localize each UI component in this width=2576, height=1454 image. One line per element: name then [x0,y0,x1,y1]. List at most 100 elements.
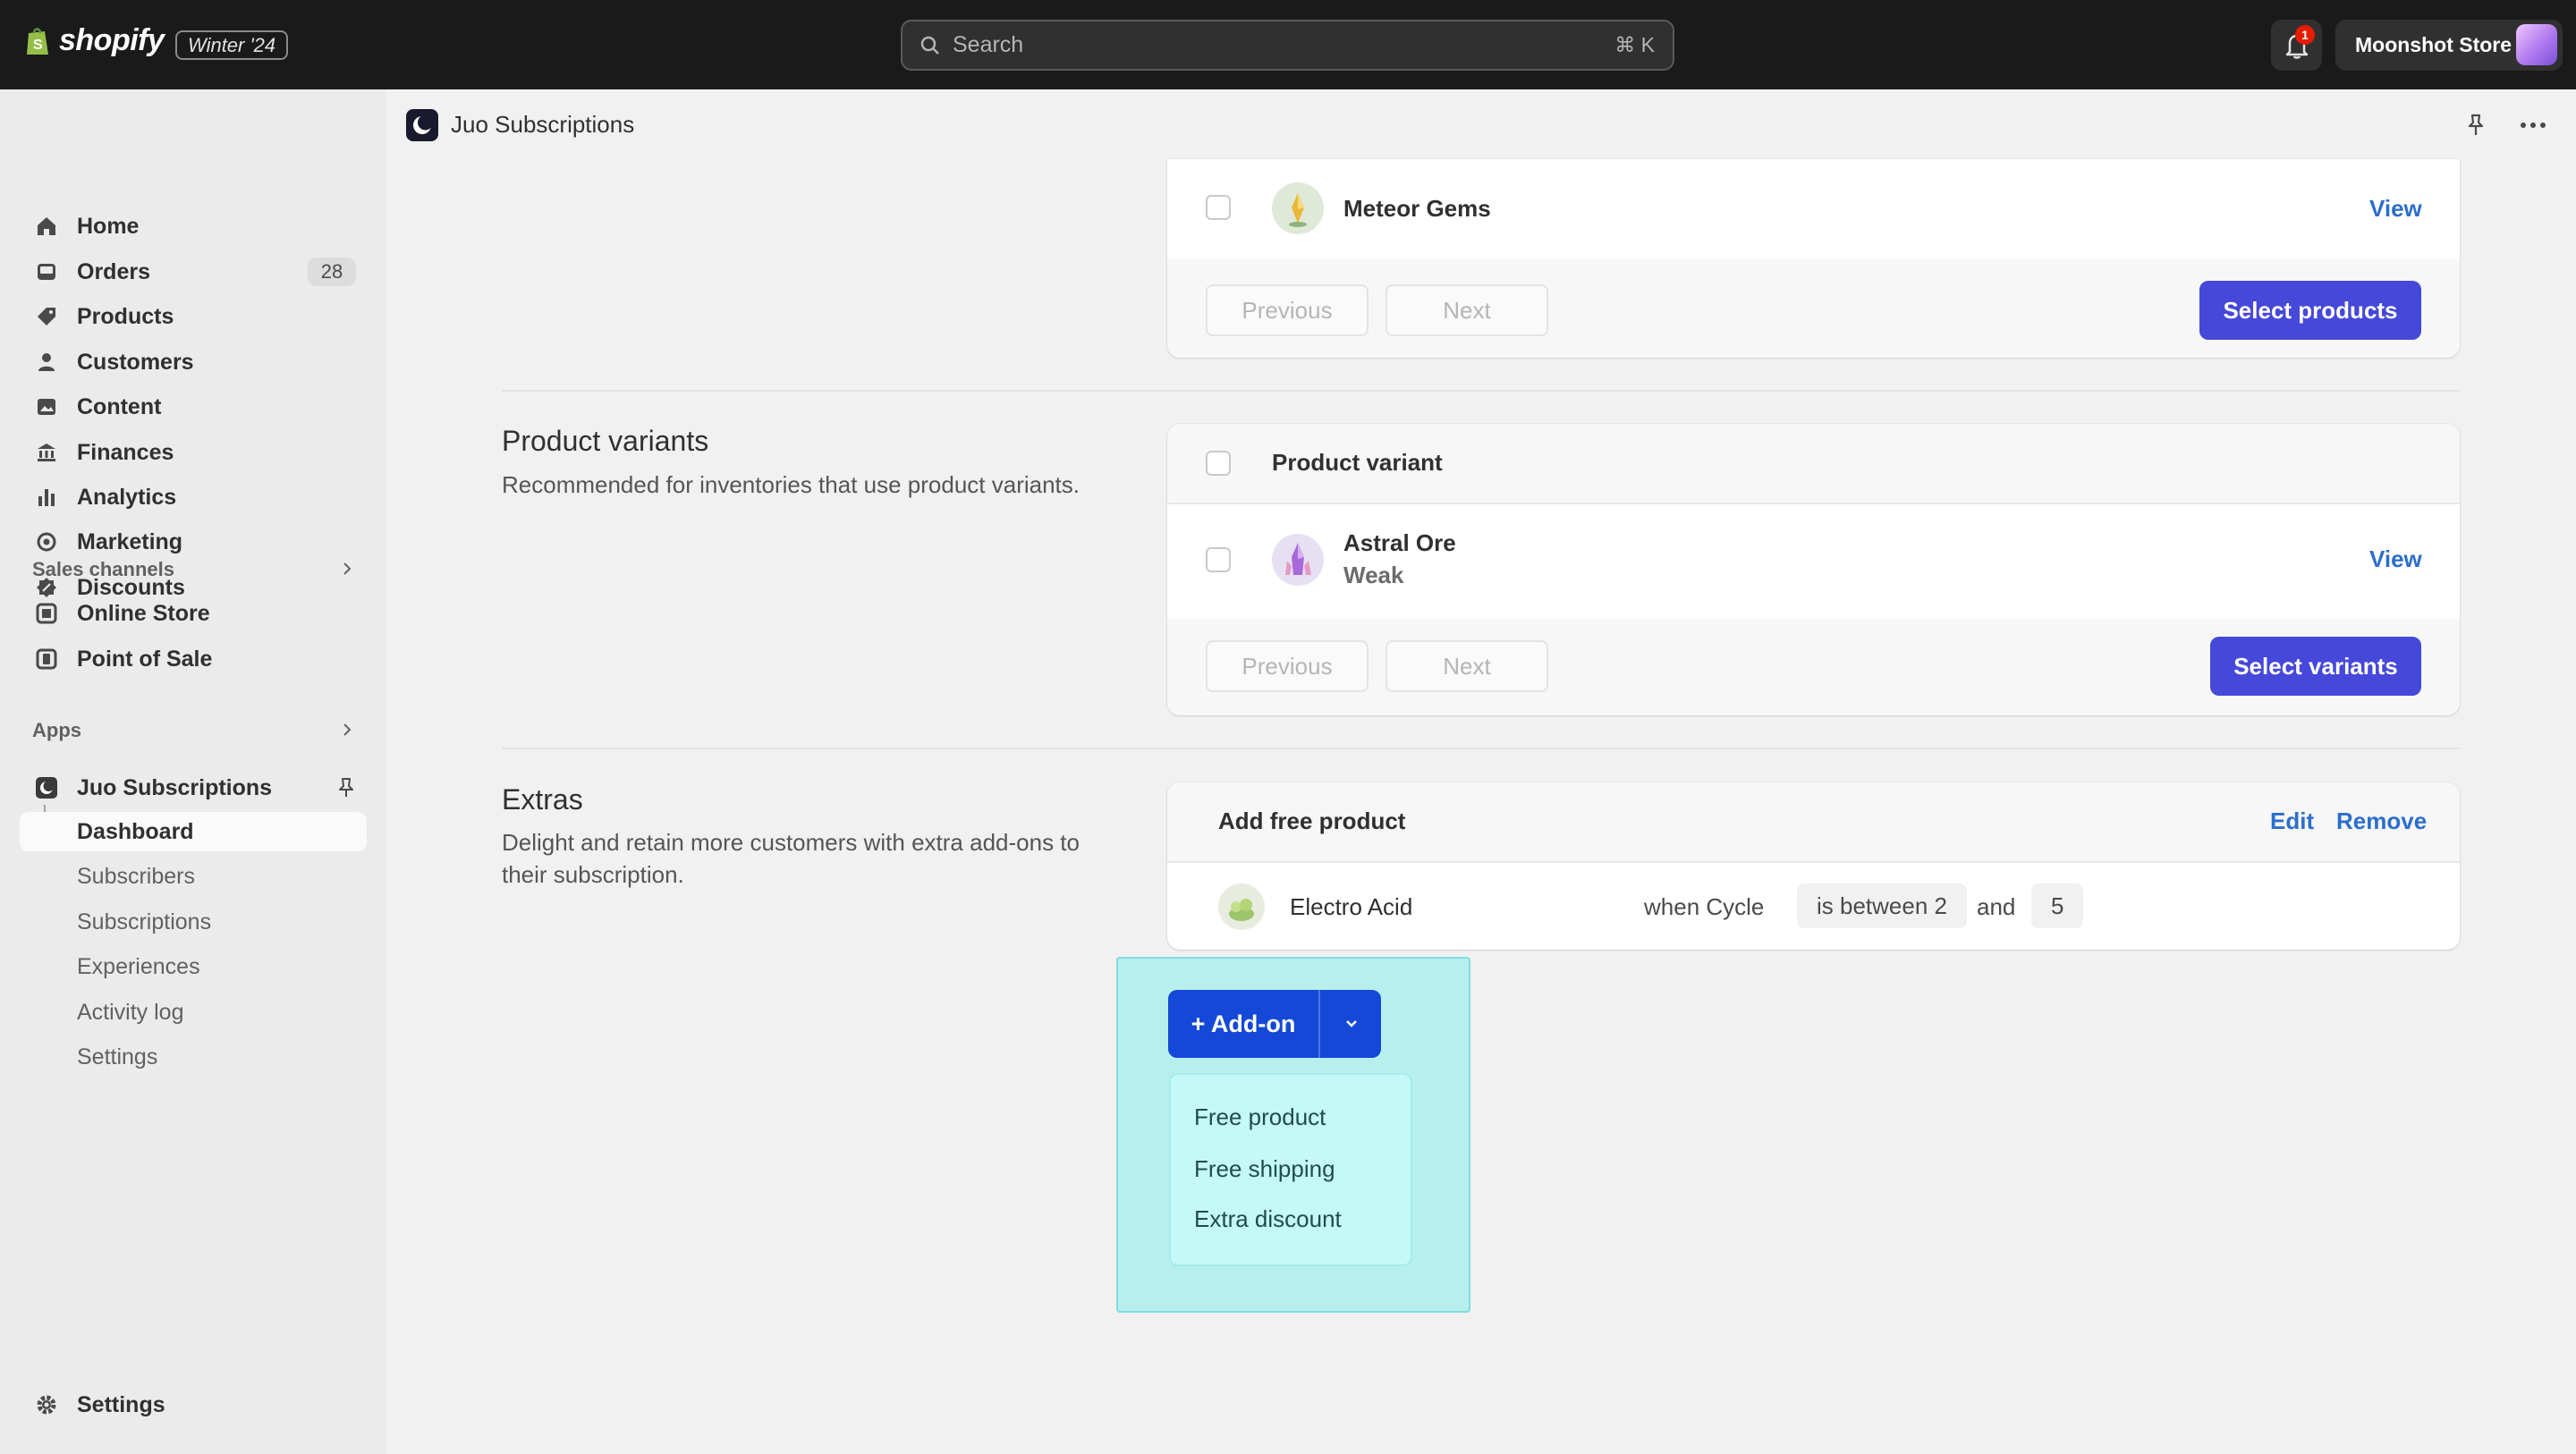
previous-button[interactable]: Previous [1206,640,1368,692]
sidebar-item-online-store[interactable]: Online Store [20,594,367,633]
condition-when-text: when Cycle [1644,893,1765,920]
edition-badge: Winter '24 [175,30,289,60]
sidebar: Home Orders 28 Products Customers Conten… [0,89,386,1454]
products-card: Meteor Gems View Previous Next Select pr… [1167,159,2460,358]
sidebar-item-label: Analytics [77,484,177,510]
electro-acid-thumbnail [1218,883,1265,930]
condition-and-text: and [1977,893,2016,920]
sales-channels-heading[interactable]: Sales channels [32,558,174,581]
product-variants-card: Product variant Astral Ore Weak View Pre… [1167,424,2460,715]
chevron-down-icon [1343,1015,1360,1033]
sidebar-item-label: Products [77,303,174,329]
home-icon [34,214,59,239]
menu-item-free-shipping[interactable]: Free shipping [1194,1155,1335,1183]
variant-option: Weak [1343,562,1404,588]
sidebar-item-settings[interactable]: Settings [20,1385,367,1424]
view-link[interactable]: View [2369,195,2422,223]
person-icon [34,350,59,375]
select-products-button[interactable]: Select products [2199,281,2421,340]
add-free-product-card: Add free product Edit Remove Electro Aci… [1167,782,2460,950]
menu-item-extra-discount[interactable]: Extra discount [1194,1205,1342,1233]
sidebar-item-label: Customers [77,349,194,375]
meteor-gems-thumbnail [1272,182,1324,234]
select-all-checkbox[interactable] [1206,451,1231,476]
sidebar-subitem-activity-log[interactable]: Activity log [20,993,367,1032]
variant-name: Astral Ore [1343,529,1456,556]
condition-value-chip[interactable]: 5 [2031,883,2084,928]
sidebar-item-products[interactable]: Products [20,297,367,336]
sidebar-subitem-dashboard[interactable]: Dashboard [20,812,367,851]
chevron-right-icon[interactable] [336,719,358,740]
gear-icon [34,1392,59,1417]
add-on-dropdown-toggle[interactable] [1318,990,1381,1058]
chevron-right-icon[interactable] [336,558,358,579]
row-checkbox[interactable] [1206,547,1231,572]
extras-title: Extras [502,783,583,816]
sidebar-subitem-settings[interactable]: Settings [20,1037,367,1077]
more-options-icon[interactable] [2519,111,2547,139]
header-divider [1167,503,2460,504]
header-divider [1167,861,2460,863]
apps-heading[interactable]: Apps [32,719,81,742]
tag-icon [34,304,59,329]
next-button[interactable]: Next [1385,640,1548,692]
previous-button[interactable]: Previous [1206,284,1368,336]
menu-item-free-product[interactable]: Free product [1194,1103,1326,1131]
sidebar-item-orders[interactable]: Orders 28 [20,252,367,292]
sidebar-item-label: Content [77,393,162,419]
edit-link[interactable]: Edit [2270,807,2314,835]
add-on-menu: Free product Free shipping Extra discoun… [1169,1073,1412,1266]
condition-operator-chip[interactable]: is between 2 [1797,883,1967,928]
top-bar: S shopify Winter '24 Search ⌘ K 1 Moonsh… [0,0,2576,89]
add-on-button[interactable]: + Add-on [1168,990,1318,1058]
app-title: Juo Subscriptions [451,111,635,138]
inbox-icon [34,259,59,284]
shopify-bag-icon: S [25,26,50,56]
pin-icon[interactable] [2462,111,2490,139]
add-free-product-header: Add free product Edit Remove [1167,782,2460,861]
sidebar-item-juo-subscriptions[interactable]: Juo Subscriptions [20,768,367,807]
next-button[interactable]: Next [1385,284,1548,336]
sidebar-item-finances[interactable]: Finances [20,433,367,472]
sidebar-item-marketing[interactable]: Marketing [20,522,367,562]
view-link[interactable]: View [2369,545,2422,573]
free-product-name: Electro Acid [1290,893,1413,920]
pin-icon[interactable] [336,777,356,799]
sidebar-item-analytics[interactable]: Analytics [20,478,367,517]
variants-table-header: Product variant [1167,424,2460,503]
orders-count-badge: 28 [308,258,356,286]
search-placeholder: Search [953,32,1024,57]
sidebar-item-label: Orders [77,258,150,284]
sidebar-item-label: Finances [77,439,174,465]
sidebar-item-point-of-sale[interactable]: Point of Sale [20,639,367,679]
sidebar-subitem-subscribers[interactable]: Subscribers [20,857,367,896]
variants-card-footer: Previous Next Select variants [1167,619,2460,715]
add-free-product-title: Add free product [1218,807,1406,834]
pos-icon [34,647,59,672]
remove-link[interactable]: Remove [2336,807,2427,835]
section-divider [502,390,2460,392]
sidebar-item-customers[interactable]: Customers [20,342,367,382]
product-variants-title: Product variants [502,425,709,457]
svg-text:S: S [33,38,43,53]
select-variants-button[interactable]: Select variants [2210,637,2421,696]
store-avatar [2516,24,2557,65]
sidebar-item-home[interactable]: Home [20,207,367,246]
shopify-logo[interactable]: S shopify [25,23,165,58]
sidebar-item-label: Point of Sale [77,646,213,672]
sidebar-subitem-subscriptions[interactable]: Subscriptions [20,902,367,942]
search-input[interactable]: Search ⌘ K [901,20,1674,71]
store-menu-button[interactable]: Moonshot Store [2335,20,2563,71]
product-name: Meteor Gems [1343,195,1491,222]
notifications-button[interactable]: 1 [2271,20,2322,71]
sidebar-item-label: Marketing [77,528,183,554]
row-checkbox[interactable] [1206,195,1231,220]
notification-count-badge: 1 [2295,25,2315,45]
bar-chart-icon [34,485,59,510]
column-header-product-variant: Product variant [1272,449,1443,476]
astral-ore-thumbnail [1272,534,1324,586]
products-card-footer: Previous Next Select products [1167,259,2460,358]
sidebar-item-content[interactable]: Content [20,387,367,427]
sidebar-subitem-experiences[interactable]: Experiences [20,947,367,986]
section-divider [502,748,2460,749]
